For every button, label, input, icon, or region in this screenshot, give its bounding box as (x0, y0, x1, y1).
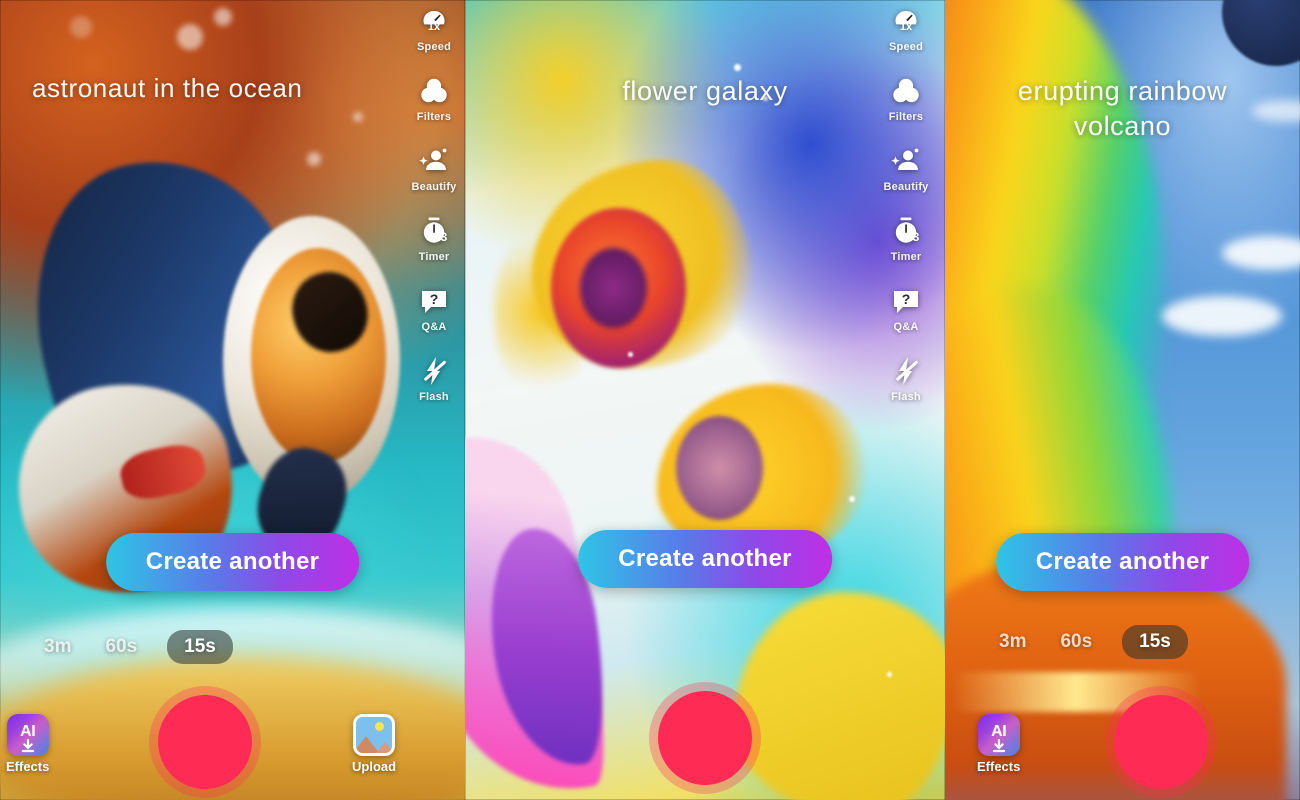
tool-label-filters: Filters (416, 111, 452, 123)
tool-label-filters: Filters (888, 111, 924, 123)
filters-icon (889, 74, 923, 108)
duration-option-3m[interactable]: 3m (995, 625, 1030, 659)
timer-icon: 3 (889, 214, 923, 248)
tool-label-qa: Q&A (421, 321, 447, 333)
timer-icon: 3 (417, 214, 451, 248)
download-arrow-icon (992, 739, 1006, 753)
ai-effects-icon: AI (6, 714, 49, 756)
camera-panel-astronaut: astronaut in the ocean 1x Speed Filters … (0, 0, 465, 800)
svg-text:?: ? (430, 291, 439, 307)
question-bubble-icon: ? (889, 284, 923, 318)
prompt-caption: astronaut in the ocean (32, 73, 303, 103)
three-panel-screenshot-collage: astronaut in the ocean 1x Speed Filters … (0, 0, 1300, 800)
tool-label-flash: Flash (891, 391, 921, 403)
duration-selector: 3m 60s 15s (40, 630, 233, 664)
prompt-caption: flower galaxy (622, 76, 788, 106)
tool-filters[interactable]: Filters (889, 74, 923, 123)
tool-beautify[interactable]: Beautify (884, 144, 929, 193)
effects-shortcut[interactable]: AI Effects (977, 714, 1020, 774)
tool-label-flash: Flash (419, 391, 449, 403)
record-button[interactable] (1105, 686, 1217, 798)
question-bubble-icon: ? (417, 284, 451, 318)
beautify-icon (417, 144, 451, 178)
tool-beautify[interactable]: Beautify (412, 144, 457, 193)
flash-off-icon (889, 354, 923, 388)
tool-qa[interactable]: ? Q&A (889, 284, 923, 333)
tool-filters[interactable]: Filters (417, 74, 451, 123)
filters-icon (417, 74, 451, 108)
camera-tool-rail: 1x Speed Filters Beautify 3 Timer ? Q&A … (875, 4, 937, 403)
create-another-button[interactable]: Create another (578, 530, 832, 588)
generated-artwork-flower-galaxy (465, 0, 945, 800)
tool-flash[interactable]: Flash (417, 354, 451, 403)
camera-tool-rail: 1x Speed Filters Beautify 3 Timer ? Q&A … (403, 4, 465, 403)
svg-text:3: 3 (913, 230, 920, 244)
tool-speed[interactable]: 1x Speed (889, 4, 923, 53)
timer-value: 3 (441, 230, 448, 244)
tool-qa[interactable]: ? Q&A (417, 284, 451, 333)
duration-option-60s[interactable]: 60s (1056, 625, 1096, 659)
speed-value: 1x (428, 21, 441, 33)
prompt-caption: erupting rainbow volcano (1017, 76, 1228, 141)
tool-timer[interactable]: 3 Timer (417, 214, 451, 263)
speedometer-icon: 1x (417, 4, 451, 38)
duration-selector: 3m 60s 15s (995, 625, 1188, 659)
tool-timer[interactable]: 3 Timer (889, 214, 923, 263)
effects-shortcut[interactable]: AI Effects (6, 714, 49, 774)
duration-option-60s[interactable]: 60s (101, 630, 141, 664)
effects-label: Effects (6, 759, 50, 774)
dark-sphere-shape (1222, 0, 1300, 66)
camera-panel-flower-galaxy: flower galaxy 1x Speed Filters Beautify … (465, 0, 945, 800)
tool-speed[interactable]: 1x Speed (417, 4, 451, 53)
tool-label-beautify: Beautify (883, 181, 929, 193)
download-arrow-icon (21, 739, 35, 753)
svg-text:1x: 1x (900, 21, 913, 33)
record-button[interactable] (149, 686, 261, 798)
flash-off-icon (417, 354, 451, 388)
beautify-icon (889, 144, 923, 178)
ai-effects-icon: AI (977, 714, 1020, 756)
duration-option-15s[interactable]: 15s (1122, 625, 1188, 659)
duration-option-3m[interactable]: 3m (40, 630, 75, 664)
svg-text:?: ? (902, 291, 911, 307)
tool-label-timer: Timer (890, 251, 922, 263)
upload-shortcut[interactable]: Upload (352, 714, 396, 774)
tool-label-qa: Q&A (893, 321, 919, 333)
tool-label-beautify: Beautify (411, 181, 457, 193)
upload-label: Upload (352, 759, 397, 774)
generated-artwork-astronaut-in-the-ocean (0, 0, 465, 800)
camera-panel-rainbow-volcano: erupting rainbow volcano Create another … (945, 0, 1300, 800)
tool-label-timer: Timer (418, 251, 450, 263)
tool-flash[interactable]: Flash (889, 354, 923, 403)
record-button[interactable] (649, 682, 761, 794)
tool-label-speed: Speed (888, 41, 923, 53)
create-another-button[interactable]: Create another (105, 533, 360, 591)
duration-option-15s[interactable]: 15s (167, 630, 233, 664)
speedometer-icon: 1x (889, 4, 923, 38)
effects-label: Effects (977, 759, 1021, 774)
create-another-button[interactable]: Create another (995, 533, 1250, 591)
tool-label-speed: Speed (416, 41, 451, 53)
upload-image-icon (353, 714, 396, 756)
